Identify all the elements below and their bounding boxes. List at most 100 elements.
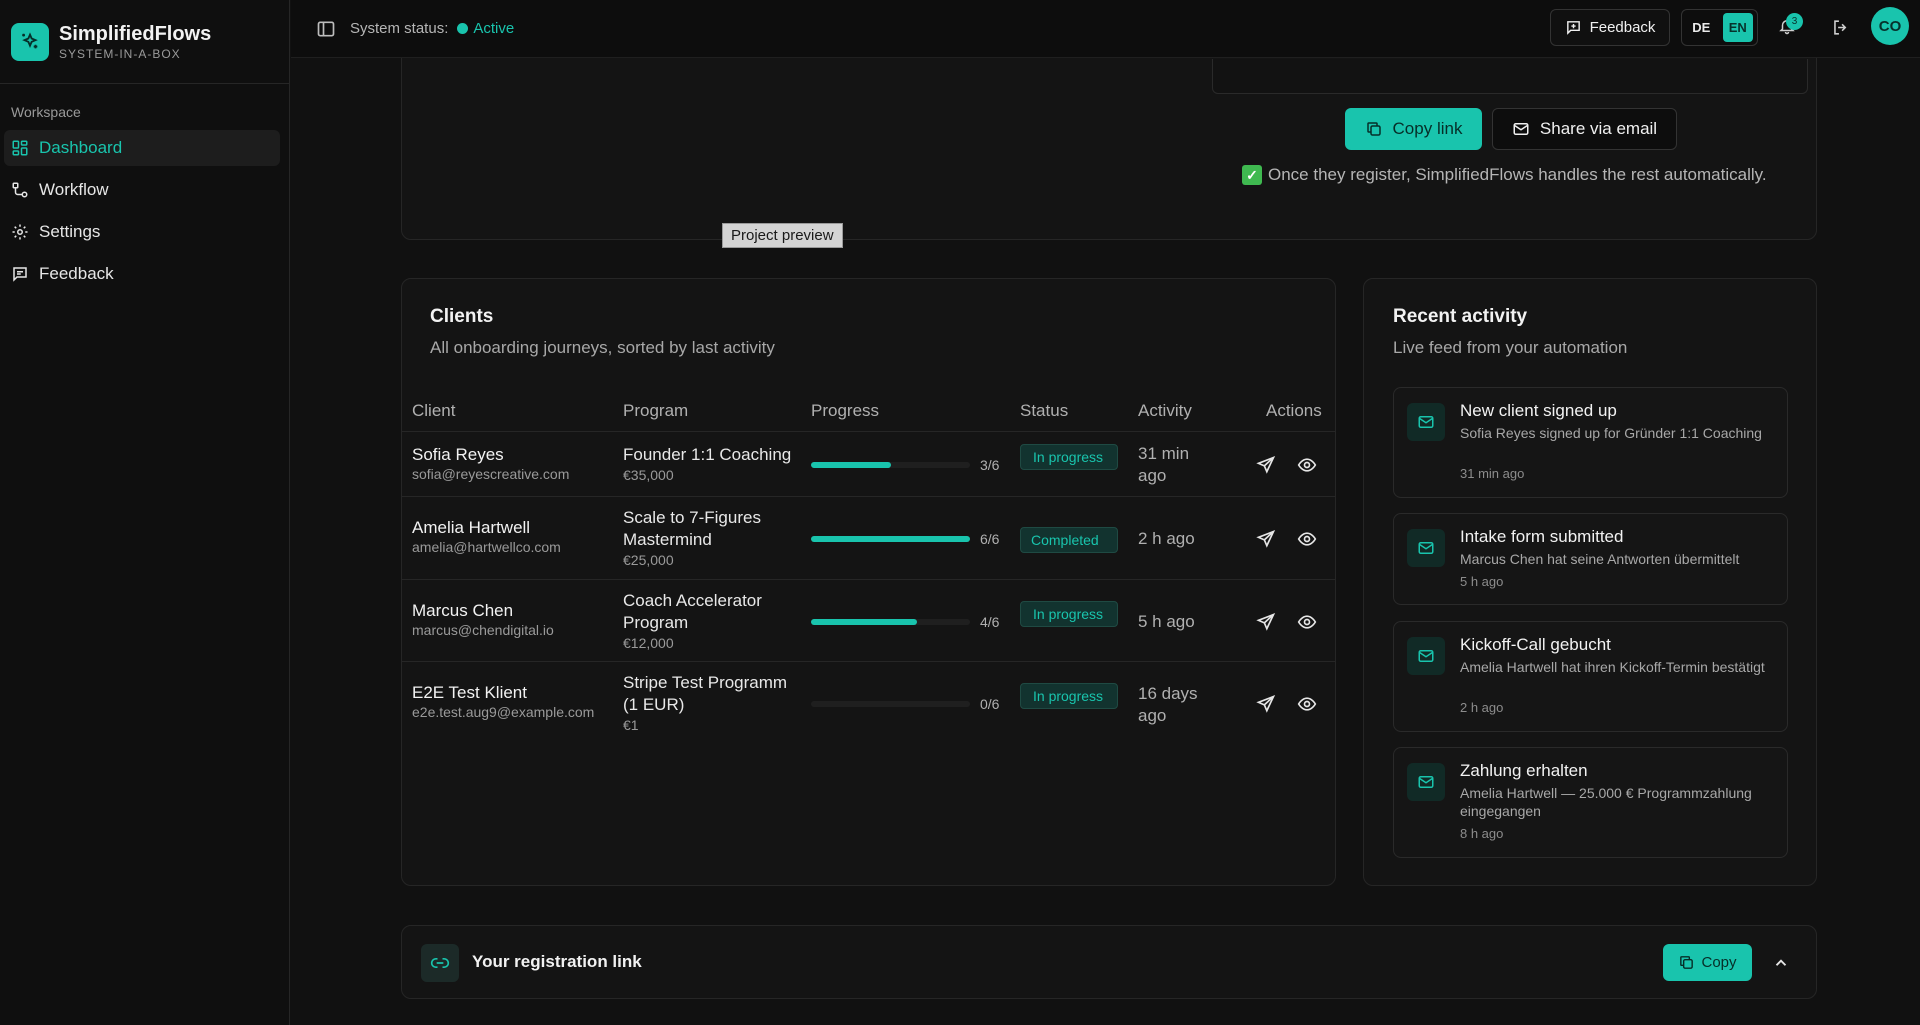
share-email-label: Share via email: [1539, 119, 1658, 138]
copy-link-label: Copy link: [1392, 119, 1463, 138]
activity-item[interactable]: Kickoff-Call gebucht Amelia Hartwell hat…: [1393, 621, 1788, 732]
check-mark-icon: ✓: [1242, 165, 1262, 185]
send-icon[interactable]: [1256, 612, 1276, 632]
activity-item-desc: Amelia Hartwell — 25.000 € Programmzahlu…: [1460, 785, 1752, 819]
system-status-label: System status:: [350, 20, 449, 37]
client-email: amelia@hartwellco.com: [412, 539, 561, 555]
progress-bar: [811, 701, 970, 707]
activity-item-desc: Sofia Reyes signed up for Gründer 1:1 Co…: [1460, 425, 1762, 441]
program-price: €1: [623, 717, 639, 733]
feedback-button[interactable]: Feedback: [1550, 9, 1670, 46]
activity-item[interactable]: Intake form submitted Marcus Chen hat se…: [1393, 513, 1788, 605]
link-icon: [421, 944, 459, 982]
table-row[interactable]: Marcus Chen marcus@chendigital.io Coach …: [402, 581, 1335, 662]
client-email: e2e.test.aug9@example.com: [412, 704, 595, 720]
mail-icon: [1407, 403, 1445, 441]
sidebar-item-label: Settings: [39, 222, 101, 241]
invite-link-field[interactable]: [1212, 59, 1808, 94]
program-name: Founder 1:1 Coaching: [623, 445, 792, 464]
table-row[interactable]: E2E Test Klient e2e.test.aug9@example.co…: [402, 663, 1335, 745]
chevron-up-icon[interactable]: [1772, 954, 1790, 972]
activity-item-desc: Marcus Chen hat seine Antworten übermitt…: [1460, 551, 1740, 567]
program-name: Coach Accelerator Program: [623, 591, 762, 632]
activity-item-time: 31 min ago: [1460, 466, 1525, 481]
column-header-actions: Actions: [1266, 401, 1322, 420]
gear-icon: [12, 224, 28, 240]
clients-card: Clients All onboarding journeys, sorted …: [401, 278, 1336, 886]
eye-icon[interactable]: [1297, 612, 1317, 632]
message-plus-icon: [1566, 21, 1580, 35]
client-name: E2E Test Klient: [412, 683, 527, 702]
client-name: Sofia Reyes: [412, 445, 504, 464]
progress-text: 4/6: [980, 614, 1000, 630]
lang-de-button[interactable]: DE: [1686, 13, 1717, 42]
activity-time: 5 h ago: [1138, 612, 1195, 631]
send-icon[interactable]: [1256, 529, 1276, 549]
mail-icon: [1407, 637, 1445, 675]
mail-icon: [1407, 529, 1445, 567]
client-email: marcus@chendigital.io: [412, 622, 554, 638]
activity-item-time: 5 h ago: [1460, 574, 1504, 589]
column-header-activity: Activity: [1138, 401, 1192, 420]
mail-icon: [1407, 763, 1445, 801]
column-header-progress: Progress: [811, 401, 880, 420]
send-icon[interactable]: [1256, 455, 1276, 475]
activity-item-title: Intake form submitted: [1460, 527, 1624, 546]
avatar[interactable]: CO: [1871, 7, 1909, 45]
table-row[interactable]: Sofia Reyes sofia@reyescreative.com Foun…: [402, 433, 1335, 497]
registration-link-bar: Your registration link Copy: [401, 925, 1817, 999]
sidebar-item-feedback[interactable]: Feedback: [4, 256, 280, 292]
sidebar-toggle-icon[interactable]: [316, 19, 336, 39]
program-name: Scale to 7-Figures Mastermind: [623, 508, 761, 549]
language-switcher: DE EN: [1681, 9, 1758, 46]
system-status-value: Active: [473, 20, 515, 37]
logout-icon[interactable]: [1831, 18, 1850, 37]
program-price: €12,000: [623, 635, 674, 651]
clients-subtitle: All onboarding journeys, sorted by last …: [430, 338, 775, 357]
eye-icon[interactable]: [1297, 694, 1317, 714]
client-email: sofia@reyescreative.com: [412, 466, 570, 482]
brand-name: SimplifiedFlows: [59, 22, 212, 45]
invite-note: ✓ Once they register, SimplifiedFlows ha…: [1242, 165, 1767, 185]
progress-text: 6/6: [980, 531, 1000, 547]
activity-item[interactable]: Zahlung erhalten Amelia Hartwell — 25.00…: [1393, 747, 1788, 858]
brand[interactable]: SimplifiedFlows SYSTEM-IN-A-BOX: [0, 0, 289, 84]
progress-text: 0/6: [980, 696, 1000, 712]
share-email-button[interactable]: Share via email: [1492, 108, 1677, 150]
eye-icon[interactable]: [1297, 455, 1317, 475]
copy-button[interactable]: Copy: [1663, 944, 1752, 981]
column-header-program: Program: [623, 401, 689, 420]
activity-item-time: 8 h ago: [1460, 826, 1504, 841]
sidebar: SimplifiedFlows SYSTEM-IN-A-BOX Workspac…: [0, 0, 290, 1025]
activity-time: 2 h ago: [1138, 529, 1195, 548]
program-name: Stripe Test Programm (1 EUR): [623, 673, 788, 714]
sidebar-item-settings[interactable]: Settings: [4, 214, 280, 250]
progress-fill: [811, 619, 918, 625]
tooltip: Project preview: [722, 223, 843, 248]
status-badge: Completed: [1020, 527, 1118, 553]
notification-badge: 3: [1786, 13, 1803, 30]
message-icon: [13, 267, 27, 282]
program-price: €35,000: [623, 467, 674, 483]
sidebar-item-dashboard[interactable]: Dashboard: [4, 130, 280, 166]
activity-item-title: Kickoff-Call gebucht: [1460, 635, 1611, 654]
mail-icon: [1513, 123, 1529, 135]
send-icon[interactable]: [1256, 694, 1276, 714]
lang-en-button[interactable]: EN: [1722, 13, 1753, 42]
activity-item[interactable]: New client signed up Sofia Reyes signed …: [1393, 387, 1788, 498]
clients-title: Clients: [430, 306, 494, 327]
column-header-client: Client: [412, 401, 456, 420]
activity-time: 16 days ago: [1138, 684, 1198, 725]
status-dot: [457, 23, 469, 34]
copy-icon: [1680, 956, 1694, 969]
copy-icon: [1366, 122, 1381, 136]
progress-bar: [811, 619, 970, 625]
progress-text: 3/6: [980, 457, 1000, 473]
progress-fill: [811, 462, 891, 468]
client-name: Amelia Hartwell: [412, 518, 531, 537]
table-row[interactable]: Amelia Hartwell amelia@hartwellco.com Sc…: [402, 498, 1335, 580]
sidebar-item-workflow[interactable]: Workflow: [4, 172, 280, 208]
copy-link-button[interactable]: Copy link: [1345, 108, 1482, 150]
eye-icon[interactable]: [1297, 529, 1317, 549]
activity-item-title: Zahlung erhalten: [1460, 761, 1588, 780]
